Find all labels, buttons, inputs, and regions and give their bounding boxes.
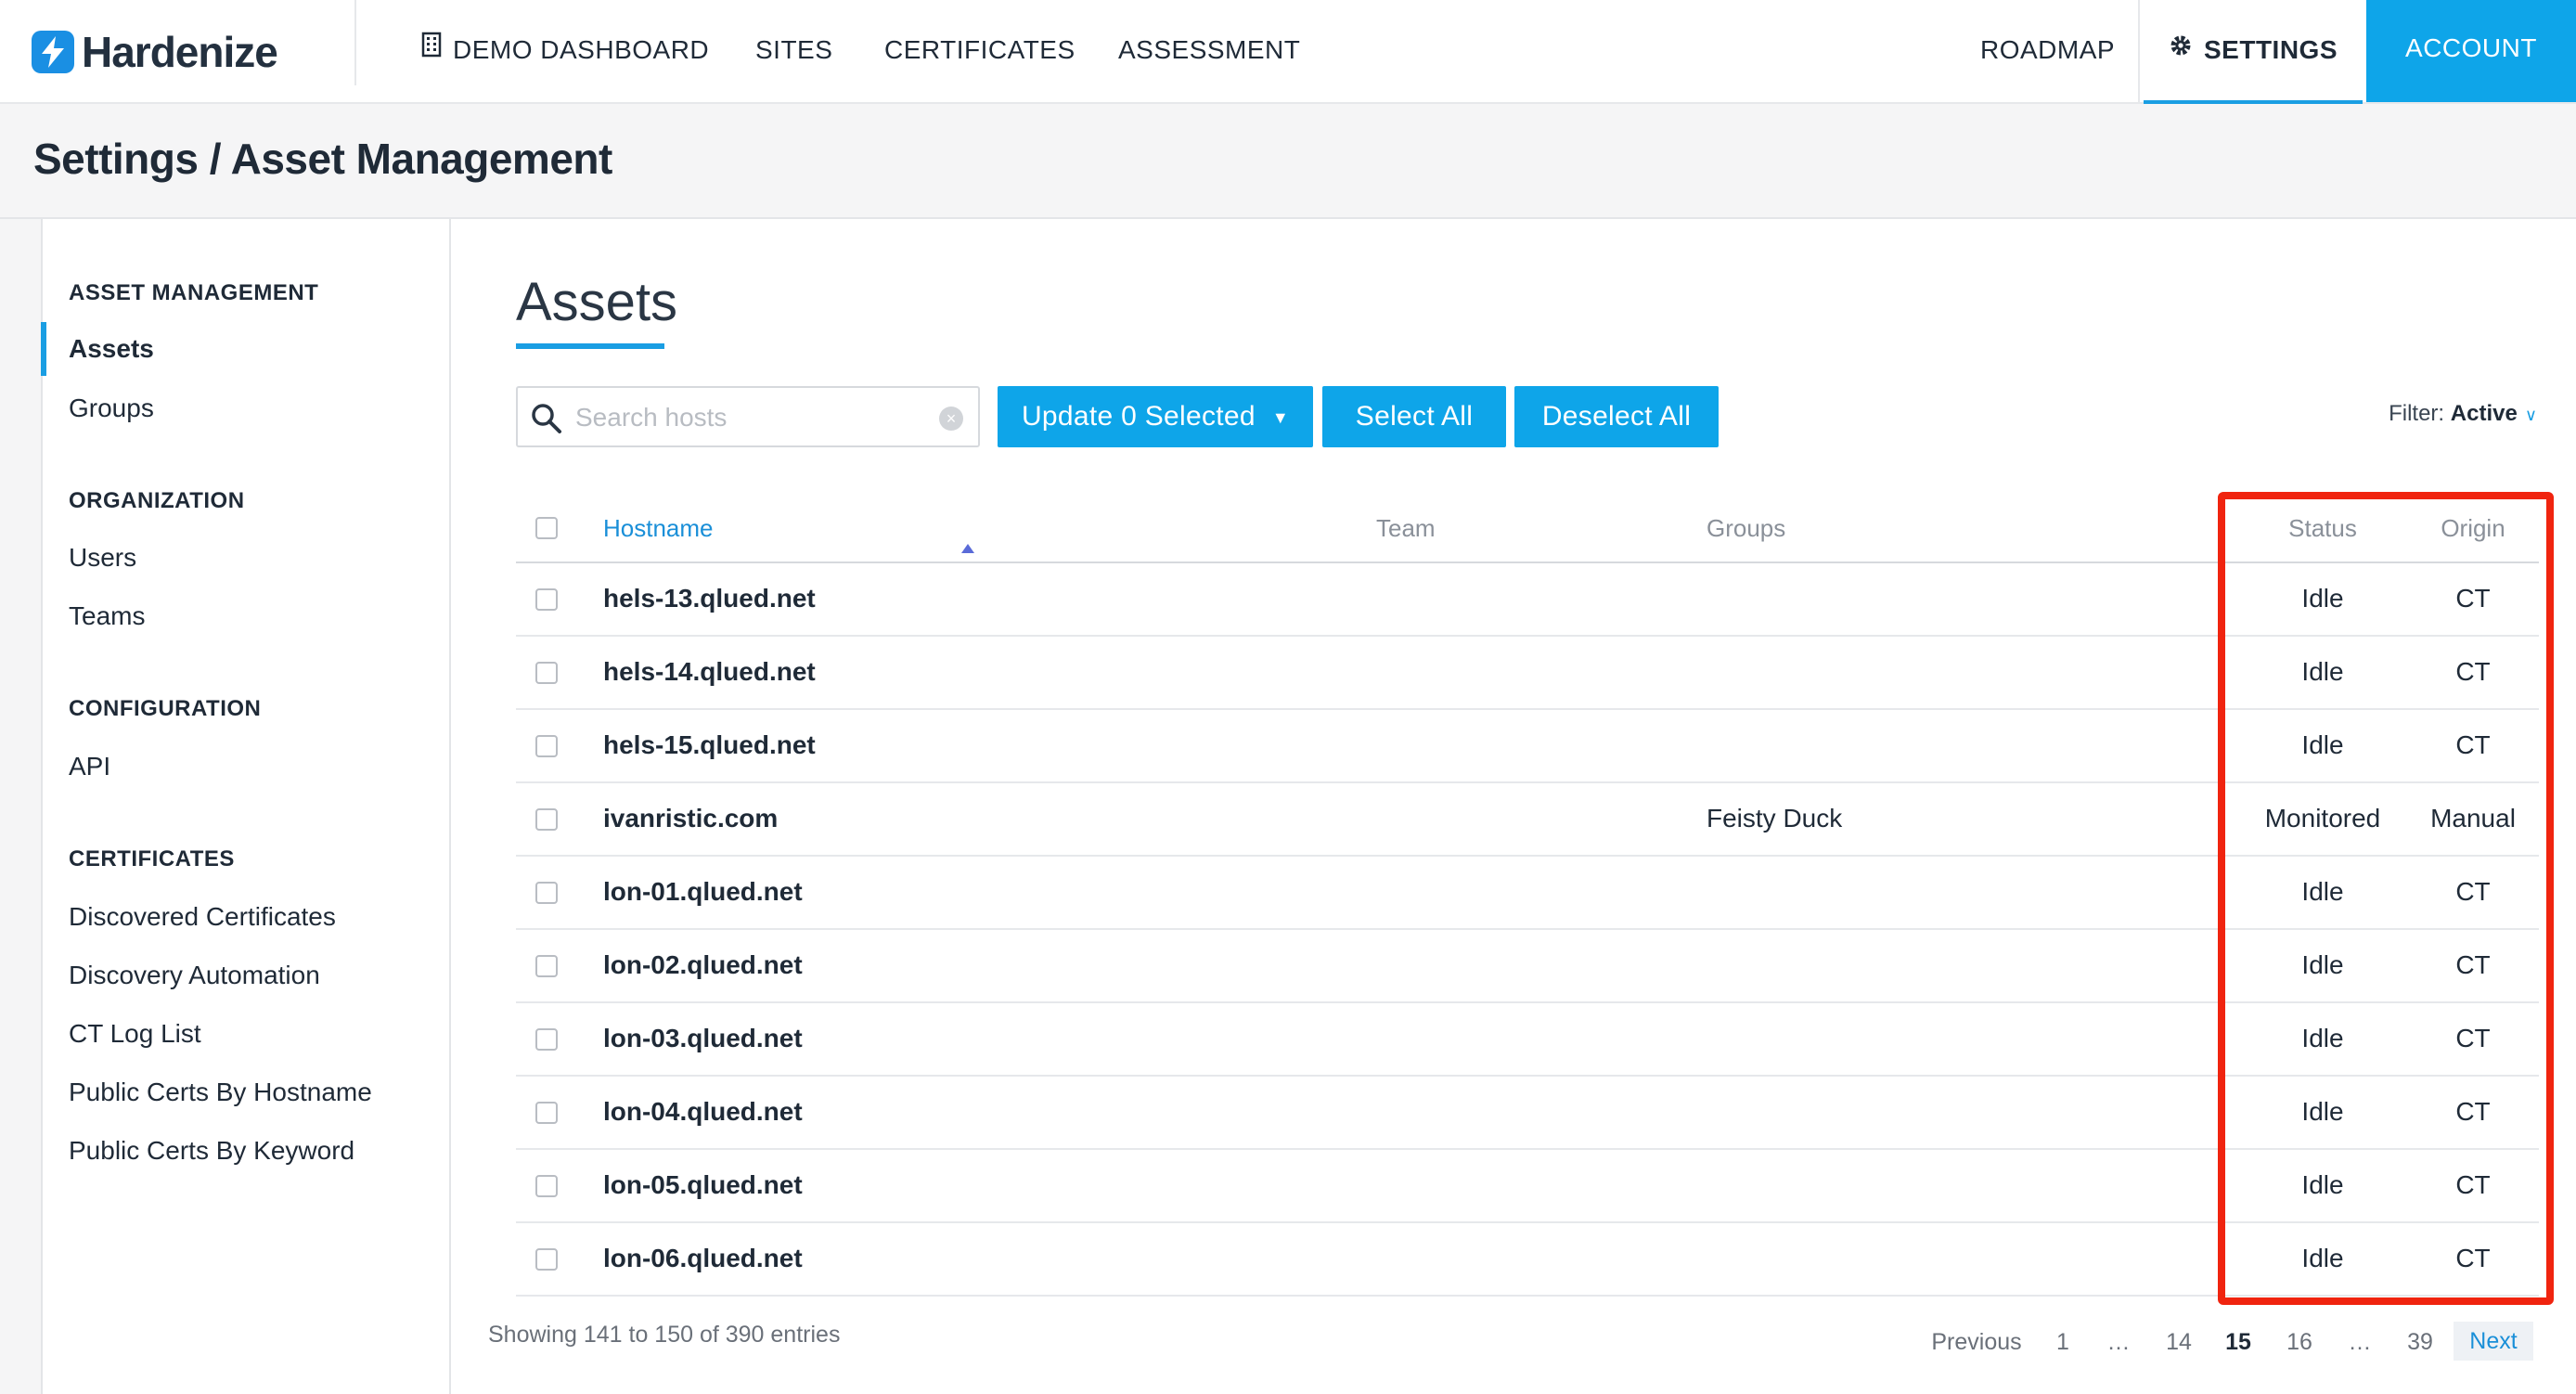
sidebar-item-ct-log-list[interactable]: CT Log List	[69, 1019, 201, 1049]
pagination-page[interactable]: 39	[2402, 1329, 2439, 1356]
sidebar-item-discovery-automation[interactable]: Discovery Automation	[69, 961, 320, 990]
sidebar-item-groups[interactable]: Groups	[69, 394, 154, 423]
hostname-cell[interactable]: ivanristic.com	[603, 804, 778, 833]
pagination-page[interactable]: 14	[2160, 1329, 2197, 1356]
column-header-team[interactable]: Team	[1376, 514, 1436, 543]
sidebar	[0, 219, 451, 1394]
row-checkbox[interactable]	[535, 1247, 558, 1271]
section-title-underline	[516, 343, 664, 349]
pagination-next[interactable]: Next	[2454, 1322, 2533, 1361]
row-checkbox[interactable]	[535, 1174, 558, 1197]
nav-account[interactable]: ACCOUNT	[2366, 0, 2576, 102]
update-selected-label: Update 0 Selected	[1021, 401, 1256, 432]
nav-demo-dashboard-label: DEMO DASHBOARD	[453, 35, 710, 64]
sidebar-item-api[interactable]: API	[69, 752, 110, 781]
search-input[interactable]	[575, 397, 928, 438]
row-checkbox[interactable]	[535, 1101, 558, 1124]
search-box[interactable]: ×	[516, 386, 980, 447]
row-checkbox[interactable]	[535, 807, 558, 831]
update-selected-button[interactable]: Update 0 Selected ▼	[998, 386, 1313, 447]
sidebar-item-assets[interactable]: Assets	[69, 334, 154, 364]
column-header-hostname[interactable]: Hostname	[603, 514, 714, 543]
sidebar-item-teams[interactable]: Teams	[69, 601, 145, 631]
gear-icon	[2169, 0, 2193, 99]
sidebar-heading-certificates: CERTIFICATES	[69, 846, 235, 871]
select-all-checkbox[interactable]	[535, 517, 558, 539]
brand-name: Hardenize	[82, 28, 278, 76]
nav-separator	[2138, 0, 2140, 104]
hostname-cell[interactable]: lon-06.qlued.net	[603, 1244, 803, 1273]
filter-value: Active	[2450, 401, 2518, 426]
sidebar-item-discovered-certificates[interactable]: Discovered Certificates	[69, 902, 336, 932]
pagination-previous[interactable]: Previous	[1930, 1329, 2023, 1356]
hostname-cell[interactable]: lon-03.qlued.net	[603, 1024, 803, 1053]
column-header-groups[interactable]: Groups	[1707, 514, 1785, 543]
hostname-cell[interactable]: hels-14.qlued.net	[603, 657, 816, 687]
row-checkbox[interactable]	[535, 587, 558, 611]
highlight-annotation-box	[2218, 492, 2554, 1305]
building-icon	[421, 0, 442, 99]
row-checkbox[interactable]	[535, 734, 558, 757]
pagination-current-page[interactable]: 15	[2220, 1329, 2257, 1356]
hardenize-logo[interactable]: Hardenize	[32, 24, 278, 80]
nav-demo-dashboard[interactable]: DEMO DASHBOARD	[421, 0, 709, 102]
pagination-page[interactable]: 1	[2049, 1329, 2077, 1356]
nav-divider	[354, 0, 356, 85]
sidebar-item-users[interactable]: Users	[69, 543, 136, 573]
row-checkbox[interactable]	[535, 881, 558, 904]
hostname-cell[interactable]: lon-02.qlued.net	[603, 950, 803, 980]
clear-search-icon[interactable]: ×	[939, 407, 963, 431]
deselect-all-button[interactable]: Deselect All	[1514, 386, 1719, 447]
search-icon	[531, 403, 562, 439]
pagination-ellipsis: …	[2348, 1329, 2372, 1355]
sort-ascending-icon	[961, 544, 974, 553]
sidebar-item-public-certs-by-hostname[interactable]: Public Certs By Hostname	[69, 1078, 372, 1107]
nav-sites[interactable]: SITES	[755, 0, 832, 102]
pagination-page[interactable]: 16	[2281, 1329, 2318, 1356]
hostname-cell[interactable]: hels-13.qlued.net	[603, 584, 816, 613]
hostname-cell[interactable]: lon-01.qlued.net	[603, 877, 803, 907]
row-checkbox[interactable]	[535, 1027, 558, 1051]
row-checkbox[interactable]	[535, 661, 558, 684]
nav-certificates[interactable]: CERTIFICATES	[884, 0, 1075, 102]
hostname-cell[interactable]: hels-15.qlued.net	[603, 730, 816, 760]
row-checkbox[interactable]	[535, 954, 558, 977]
table-info: Showing 141 to 150 of 390 entries	[488, 1322, 841, 1348]
sidebar-heading-organization: ORGANIZATION	[69, 488, 245, 513]
section-title: Assets	[516, 272, 678, 332]
groups-cell: Feisty Duck	[1707, 803, 1843, 833]
nav-roadmap[interactable]: ROADMAP	[1980, 0, 2115, 102]
chevron-down-icon: ▼	[1271, 408, 1290, 428]
sidebar-heading-configuration: CONFIGURATION	[69, 696, 262, 721]
sidebar-edge	[0, 219, 43, 1394]
lightning-bolt-icon	[32, 31, 74, 73]
sidebar-item-public-certs-by-keyword[interactable]: Public Certs By Keyword	[69, 1136, 354, 1166]
breadcrumb: Settings / Asset Management	[33, 135, 612, 183]
sidebar-heading-asset-management: ASSET MANAGEMENT	[69, 280, 319, 305]
filter-label: Filter:	[2389, 401, 2445, 426]
nav-settings-label: SETTINGS	[2203, 35, 2338, 64]
nav-settings[interactable]: SETTINGS	[2144, 0, 2363, 106]
chevron-down-icon: ∨	[2524, 406, 2537, 424]
sidebar-active-indicator	[41, 322, 46, 376]
select-all-button[interactable]: Select All	[1322, 386, 1506, 447]
filter-dropdown[interactable]: Filter: Active ∨	[2389, 401, 2537, 427]
nav-assessment[interactable]: ASSESSMENT	[1118, 0, 1300, 102]
pagination-ellipsis: …	[2106, 1329, 2131, 1355]
hostname-cell[interactable]: lon-04.qlued.net	[603, 1097, 803, 1127]
hostname-cell[interactable]: lon-05.qlued.net	[603, 1170, 803, 1200]
